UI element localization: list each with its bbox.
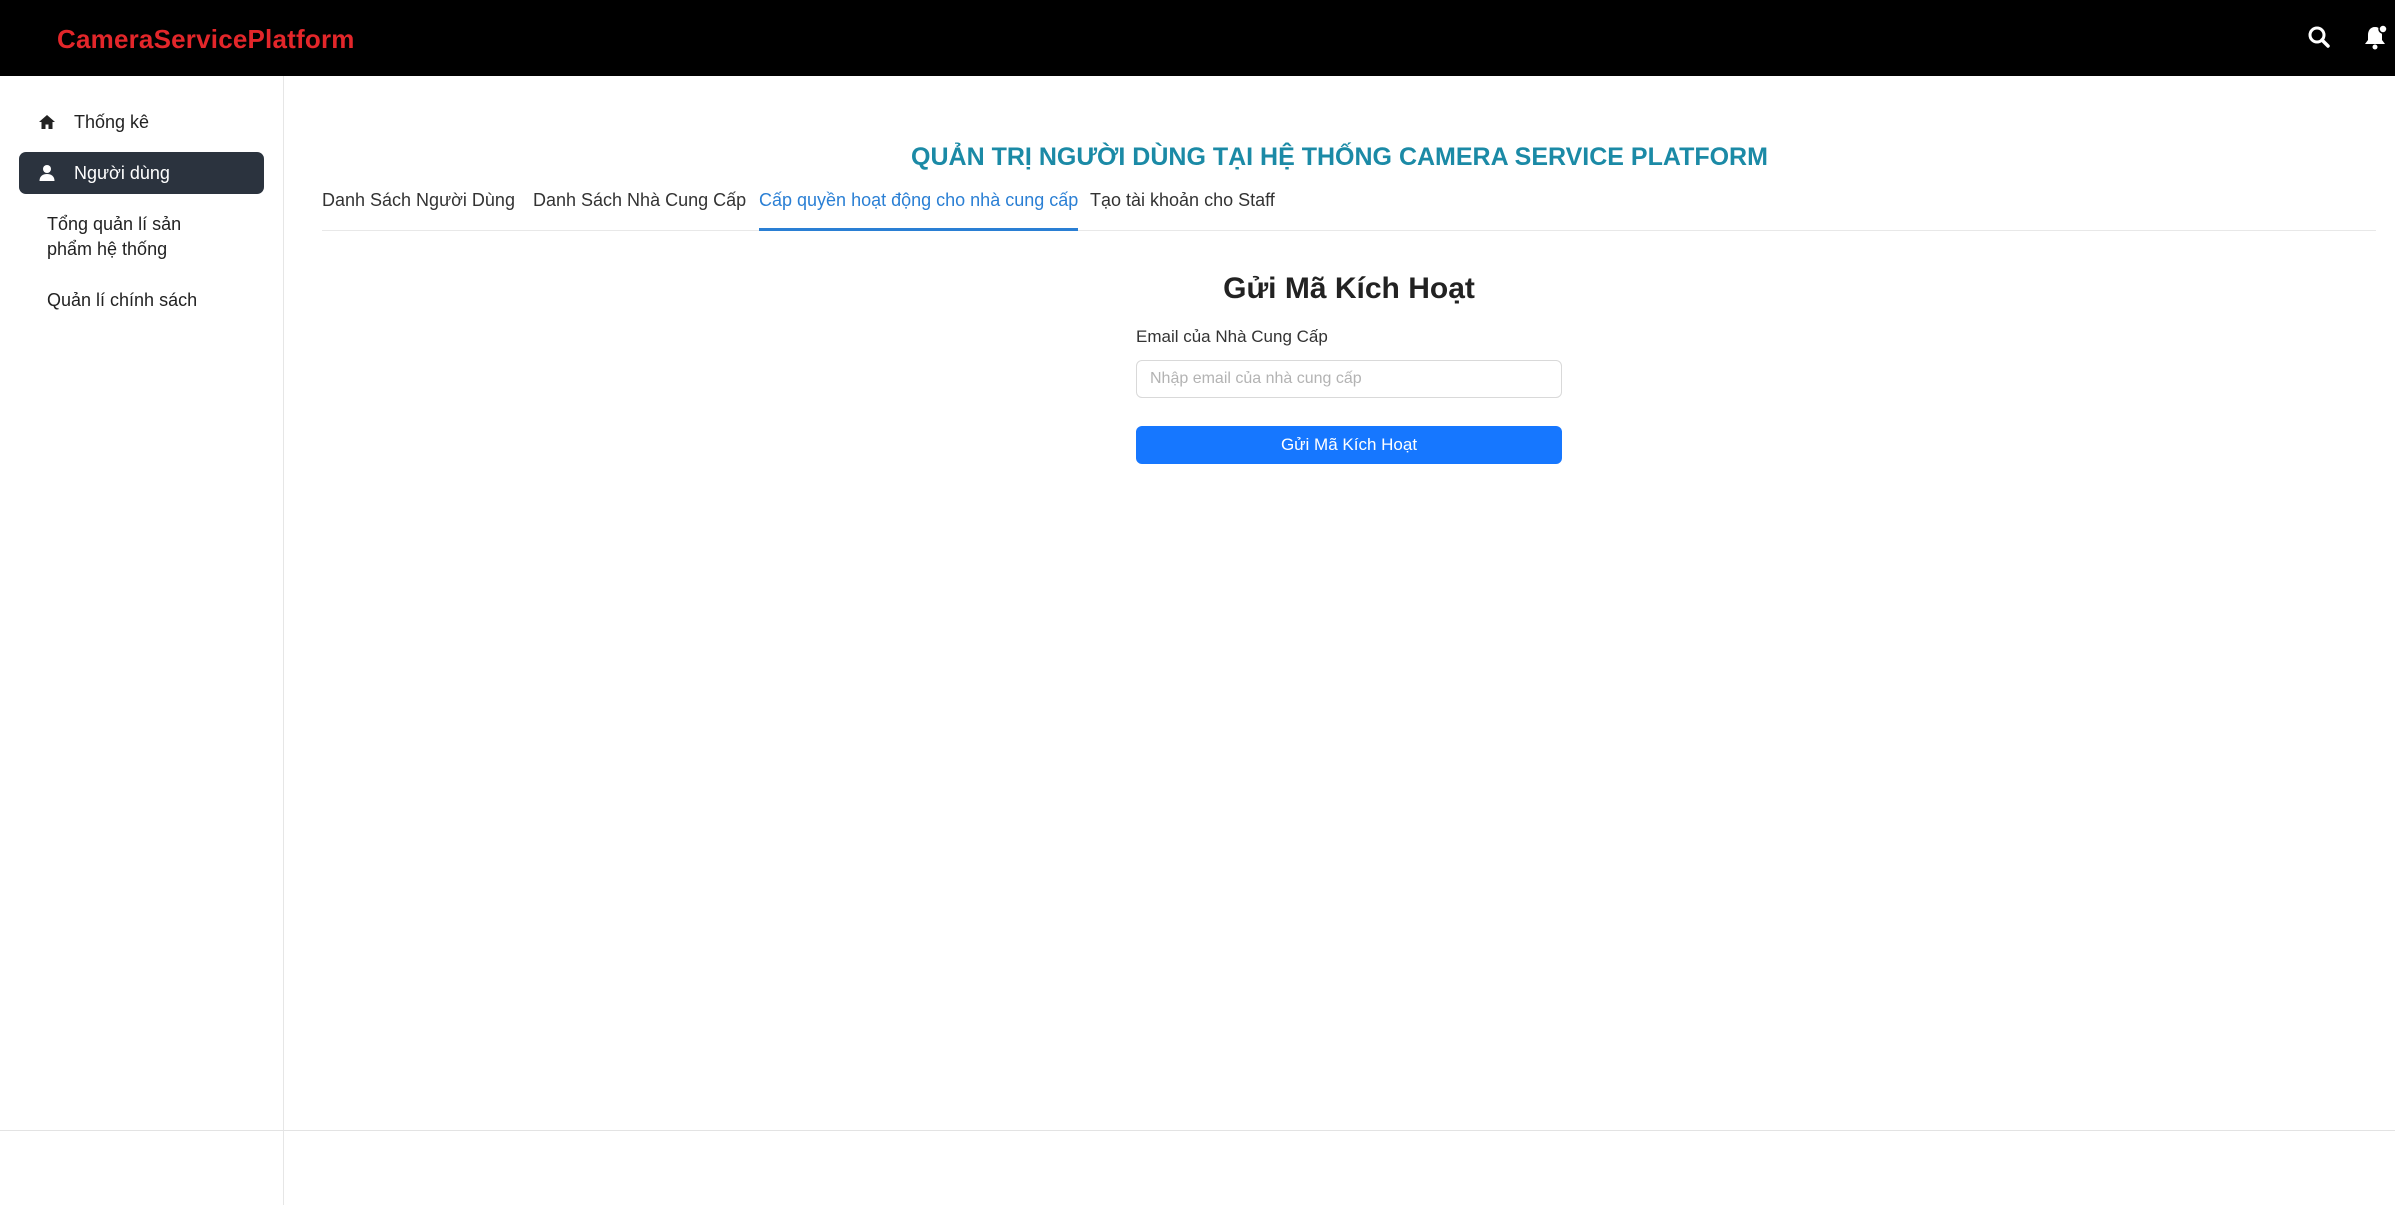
brand-logo[interactable]: CameraServicePlatform xyxy=(57,24,355,55)
sidebar-item-label: Quản lí chính sách xyxy=(47,290,198,310)
page-title: QUẢN TRỊ NGƯỜI DÙNG TẠI HỆ THỐNG CAMERA … xyxy=(911,143,1768,171)
sidebar-item-users[interactable]: Người dùng xyxy=(19,152,264,194)
form-title: Gửi Mã Kích Hoạt xyxy=(1223,272,1475,305)
user-icon xyxy=(37,163,57,183)
sidebar-item-statistics[interactable]: Thống kê xyxy=(19,102,264,142)
tab-supplier-list[interactable]: Danh Sách Nhà Cung Cấp xyxy=(533,190,746,228)
email-input[interactable] xyxy=(1136,360,1562,398)
sidebar-item-product-management[interactable]: Tổng quản lí sản phẩm hệ thống xyxy=(19,212,219,262)
sidebar: Thống kê Người dùng Tổng quản lí sản phẩ… xyxy=(0,76,284,1205)
footer-divider xyxy=(0,1130,2395,1131)
sidebar-item-policy-management[interactable]: Quản lí chính sách xyxy=(19,288,264,313)
tab-user-list[interactable]: Danh Sách Người Dùng xyxy=(322,190,515,228)
sidebar-item-label: Thống kê xyxy=(74,111,150,132)
top-bar: CameraServicePlatform xyxy=(0,0,2395,76)
search-icon[interactable] xyxy=(2304,22,2334,52)
tab-bar: Danh Sách Người Dùng Danh Sách Nhà Cung … xyxy=(322,190,2376,231)
email-label: Email của Nhà Cung Cấp xyxy=(1136,327,1328,346)
bell-icon[interactable] xyxy=(2360,22,2390,52)
send-activation-code-button[interactable]: Gửi Mã Kích Hoạt xyxy=(1136,426,1562,464)
sidebar-item-label: Người dùng xyxy=(74,162,170,183)
tab-supplier-activation[interactable]: Cấp quyền hoạt động cho nhà cung cấp xyxy=(759,190,1079,231)
home-icon xyxy=(37,112,57,132)
tab-create-staff-account[interactable]: Tạo tài khoản cho Staff xyxy=(1090,190,1275,228)
sidebar-item-label: Tổng quản lí sản phẩm hệ thống xyxy=(47,214,182,259)
